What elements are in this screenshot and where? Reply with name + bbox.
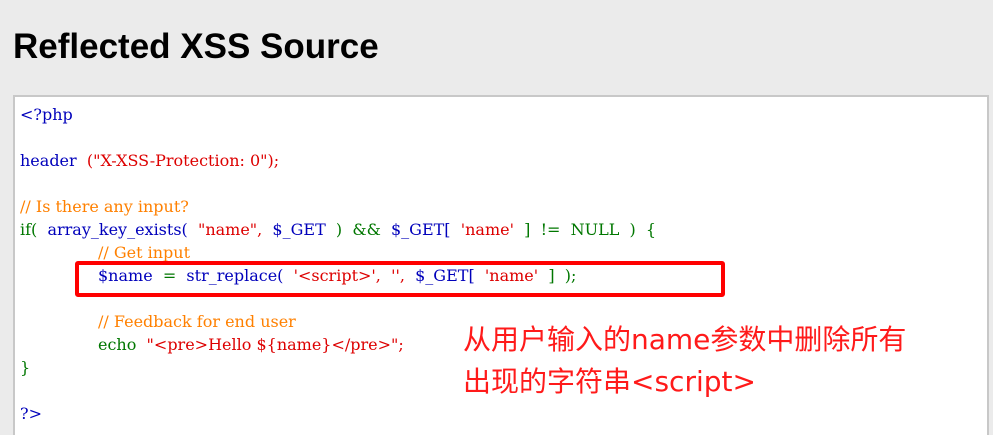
close-brace: } — [20, 358, 31, 377]
echo-keyword: echo — [98, 335, 137, 354]
name-key-1: 'name' — [460, 220, 514, 239]
comment-is-there-input: // Is there any input? — [20, 197, 189, 216]
php-close-tag: ?> — [20, 404, 42, 423]
php-open-tag: <?php — [20, 105, 73, 124]
annotation-line-2: 出现的字符串<script> — [463, 365, 756, 398]
code-line-close-brace: } — [20, 358, 30, 378]
name-string-1: "name", — [197, 220, 263, 239]
header-args: ("X-XSS-Protection: 0"); — [86, 151, 280, 170]
source-code-panel: <?php header ("X-XSS-Protection: 0"); //… — [13, 95, 989, 435]
code-line-php-open: <?php — [20, 105, 73, 125]
get-var-1: $_GET — [272, 220, 326, 239]
str-replace-highlight-box — [75, 261, 725, 297]
array-key-exists-fn: array_key_exists( — [47, 220, 188, 239]
code-line-comment-feedback: // Feedback for end user — [98, 312, 296, 332]
comment-get-input: // Get input — [98, 243, 191, 262]
comment-feedback: // Feedback for end user — [98, 312, 296, 331]
not-null-check: ] != NULL ) { — [524, 220, 657, 239]
echo-string: "<pre>Hello ${name}</pre>"; — [146, 335, 404, 354]
header-function: header — [20, 151, 77, 170]
annotation-text: 从用户输入的name参数中删除所有 出现的字符串<script> — [463, 319, 983, 403]
page-title: Reflected XSS Source — [13, 27, 379, 66]
code-line-echo: echo "<pre>Hello ${name}</pre>"; — [98, 335, 404, 355]
annotation-line-1: 从用户输入的name参数中删除所有 — [463, 323, 907, 356]
code-line-php-close: ?> — [20, 404, 42, 424]
code-line-comment-input: // Is there any input? — [20, 197, 189, 217]
code-line-header: header ("X-XSS-Protection: 0"); — [20, 151, 279, 171]
if-keyword: if( — [20, 220, 38, 239]
get-var-2: $_GET[ — [390, 220, 451, 239]
code-line-comment-get-input: // Get input — [98, 243, 190, 263]
code-line-if: if( array_key_exists( "name", $_GET ) &&… — [20, 220, 656, 240]
and-operator: ) && — [335, 220, 381, 239]
